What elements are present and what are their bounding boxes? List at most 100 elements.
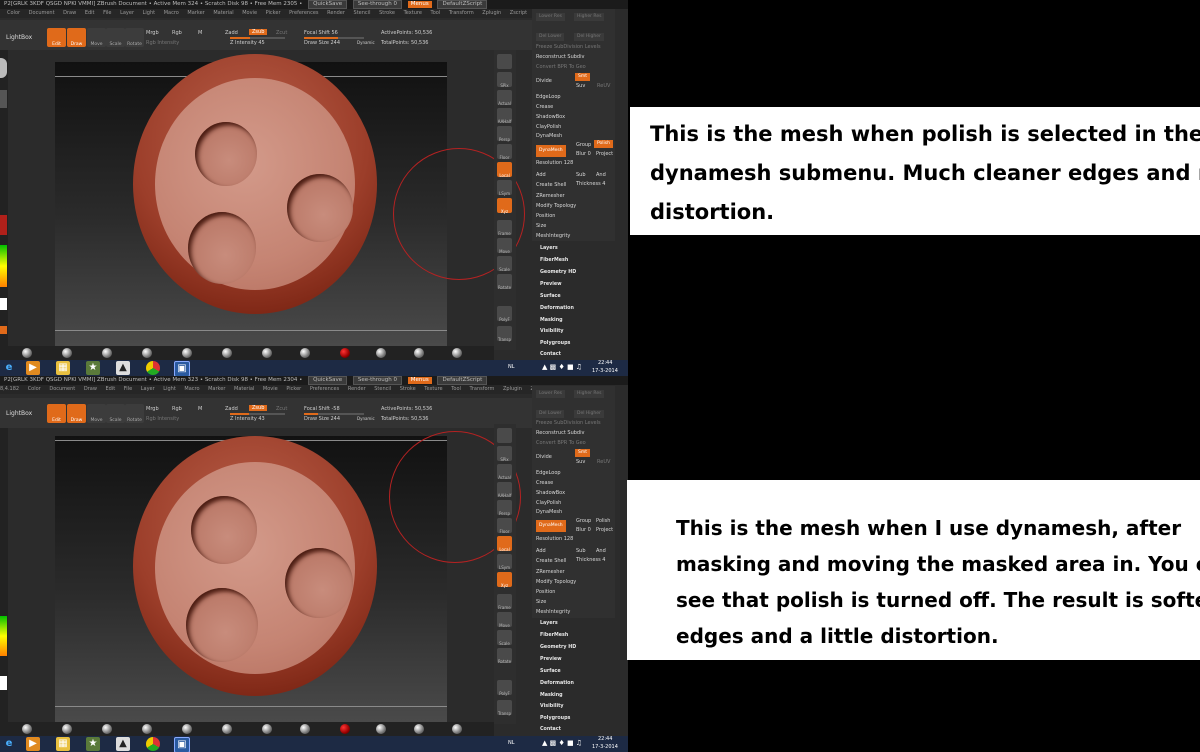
menu-texture[interactable]: Texture — [404, 10, 422, 16]
crease-button[interactable]: Crease — [536, 480, 553, 486]
create-shell-button[interactable]: Create Shell — [536, 558, 566, 564]
menu-preferences[interactable]: Preferences — [289, 10, 318, 16]
zadd-button[interactable]: Zadd — [225, 30, 238, 36]
menu-stroke[interactable]: Stroke — [379, 10, 395, 16]
size-section[interactable]: Size — [536, 599, 546, 605]
del-lower-button[interactable]: Del Lower — [536, 33, 565, 41]
deformation-section[interactable]: Deformation — [540, 306, 574, 311]
menu-stencil[interactable]: Stencil — [374, 386, 391, 392]
z-intensity-slider[interactable]: Z Intensity 43 — [230, 416, 265, 422]
layers-section[interactable]: Layers — [540, 621, 558, 626]
move-view-button[interactable]: Move — [497, 612, 512, 628]
focal-shift-slider[interactable]: Focal Shift -58 — [304, 406, 340, 412]
scale-view-button[interactable]: Scale — [497, 630, 512, 646]
zsub-button[interactable]: Zsub — [249, 405, 268, 411]
project-toggle[interactable]: Project — [596, 527, 613, 533]
surface-section[interactable]: Surface — [540, 669, 561, 674]
menu-render[interactable]: Render — [327, 10, 345, 16]
draw-size-slider[interactable]: Draw Size 244 — [304, 40, 340, 46]
rgb-button[interactable]: Rgb — [172, 30, 182, 36]
polyf-button[interactable]: PolyF — [497, 680, 512, 696]
active-window-icon[interactable]: ▣ — [174, 361, 190, 376]
menu-draw[interactable]: Draw — [63, 10, 76, 16]
material-ball[interactable] — [414, 724, 424, 734]
reconstruct-subdiv-button[interactable]: Reconstruct Subdiv — [536, 430, 584, 436]
material-ball[interactable] — [22, 348, 32, 358]
zbrush-icon[interactable]: ▲ — [116, 361, 130, 375]
material-ball[interactable] — [262, 724, 272, 734]
zadd-button[interactable]: Zadd — [225, 406, 238, 412]
ie-icon[interactable]: e — [2, 737, 16, 751]
menu-movie[interactable]: Movie — [242, 10, 257, 16]
explorer-icon[interactable]: ▦ — [56, 737, 70, 751]
color-picker-strip[interactable] — [0, 50, 8, 346]
material-ball[interactable] — [414, 348, 424, 358]
menu-layer[interactable]: Layer — [141, 386, 155, 392]
bpr-icon[interactable] — [497, 54, 512, 69]
menu-file[interactable]: File — [103, 10, 111, 16]
edit-button[interactable]: Edit — [47, 28, 66, 47]
menu-zscript[interactable]: Zscript — [510, 10, 527, 16]
draw-button[interactable]: Draw — [67, 28, 86, 47]
default-script-button[interactable]: DefaultZScript — [437, 0, 488, 9]
modify-topology-section[interactable]: Modify Topology — [536, 579, 576, 585]
focal-shift-track[interactable] — [304, 37, 364, 39]
zcut-button[interactable]: Zcut — [276, 30, 287, 36]
meshintegrity-section[interactable]: MeshIntegrity — [536, 609, 570, 615]
draw-button[interactable]: Draw — [67, 404, 86, 423]
thickness-slider[interactable]: Thickness 4 — [576, 557, 605, 563]
persp-button[interactable]: Persp — [497, 500, 512, 516]
transp-button[interactable]: Transp — [497, 700, 512, 716]
menu-stroke[interactable]: Stroke — [400, 386, 416, 392]
actual-button[interactable]: Actual — [497, 464, 512, 480]
brush-icon[interactable] — [0, 58, 7, 78]
freeze-subdiv-button[interactable]: Freeze SubDivision Levels — [536, 420, 601, 426]
dynamesh-header[interactable]: DynaMesh — [536, 509, 562, 515]
lower-res-button[interactable]: Lower Res — [536, 390, 565, 398]
xyz-button[interactable]: Xyz — [497, 572, 512, 588]
lower-res-button[interactable]: Lower Res — [536, 13, 565, 21]
project-toggle[interactable]: Project — [596, 151, 613, 157]
bpr-icon[interactable] — [497, 428, 512, 443]
edgeloop-button[interactable]: EdgeLoop — [536, 94, 561, 100]
canvas-viewport[interactable] — [55, 54, 525, 346]
canvas-viewport[interactable] — [55, 431, 521, 722]
material-ball-red[interactable] — [340, 348, 350, 358]
m-button[interactable]: M — [198, 406, 202, 412]
main-color-swatch[interactable] — [0, 298, 7, 310]
tray-icons[interactable]: ▲ ▩ ♦ ■ ♫ — [542, 363, 582, 371]
group-toggle[interactable]: Group — [576, 518, 591, 524]
freeze-subdiv-button[interactable]: Freeze SubDivision Levels — [536, 44, 601, 50]
lsym-button[interactable]: LSym — [497, 554, 512, 570]
local-button[interactable]: Local — [497, 536, 512, 552]
polish-toggle[interactable]: Polish — [596, 518, 610, 524]
scale-view-button[interactable]: Scale — [497, 256, 512, 272]
explorer-icon[interactable]: ▦ — [56, 361, 70, 375]
smt-toggle[interactable]: Smt — [575, 449, 591, 457]
del-higher-button[interactable]: Del Higher — [574, 410, 604, 418]
menus-button[interactable]: Menus — [407, 1, 432, 8]
quicksave-button[interactable]: QuickSave — [308, 376, 348, 385]
contact-section[interactable]: Contact — [540, 352, 561, 357]
material-ball[interactable] — [142, 724, 152, 734]
rotate-button[interactable]: Rotate — [125, 28, 144, 47]
language-indicator[interactable]: NL — [508, 740, 515, 746]
modify-topology-section[interactable]: Modify Topology — [536, 203, 576, 209]
switch-color-icon[interactable] — [0, 326, 7, 334]
z-intensity-track[interactable] — [230, 413, 285, 415]
menu-transform[interactable]: Transform — [449, 10, 474, 16]
and-button[interactable]: And — [596, 172, 606, 178]
menu-document[interactable]: Document — [49, 386, 75, 392]
app-icon[interactable]: ★ — [86, 737, 100, 751]
visibility-section[interactable]: Visibility — [540, 329, 564, 334]
material-ball[interactable] — [300, 724, 310, 734]
dynamesh-button[interactable]: DynaMesh — [536, 145, 566, 157]
dynamesh-header[interactable]: DynaMesh — [536, 133, 562, 139]
blur-slider[interactable]: Blur 0 — [576, 527, 591, 533]
rotate-button[interactable]: Rotate — [125, 404, 144, 423]
divide-button[interactable]: Divide — [536, 78, 552, 84]
material-ball[interactable] — [22, 724, 32, 734]
menu-transform[interactable]: Transform — [470, 386, 495, 392]
shadowbox-button[interactable]: ShadowBox — [536, 114, 565, 120]
shadowbox-button[interactable]: ShadowBox — [536, 490, 565, 496]
